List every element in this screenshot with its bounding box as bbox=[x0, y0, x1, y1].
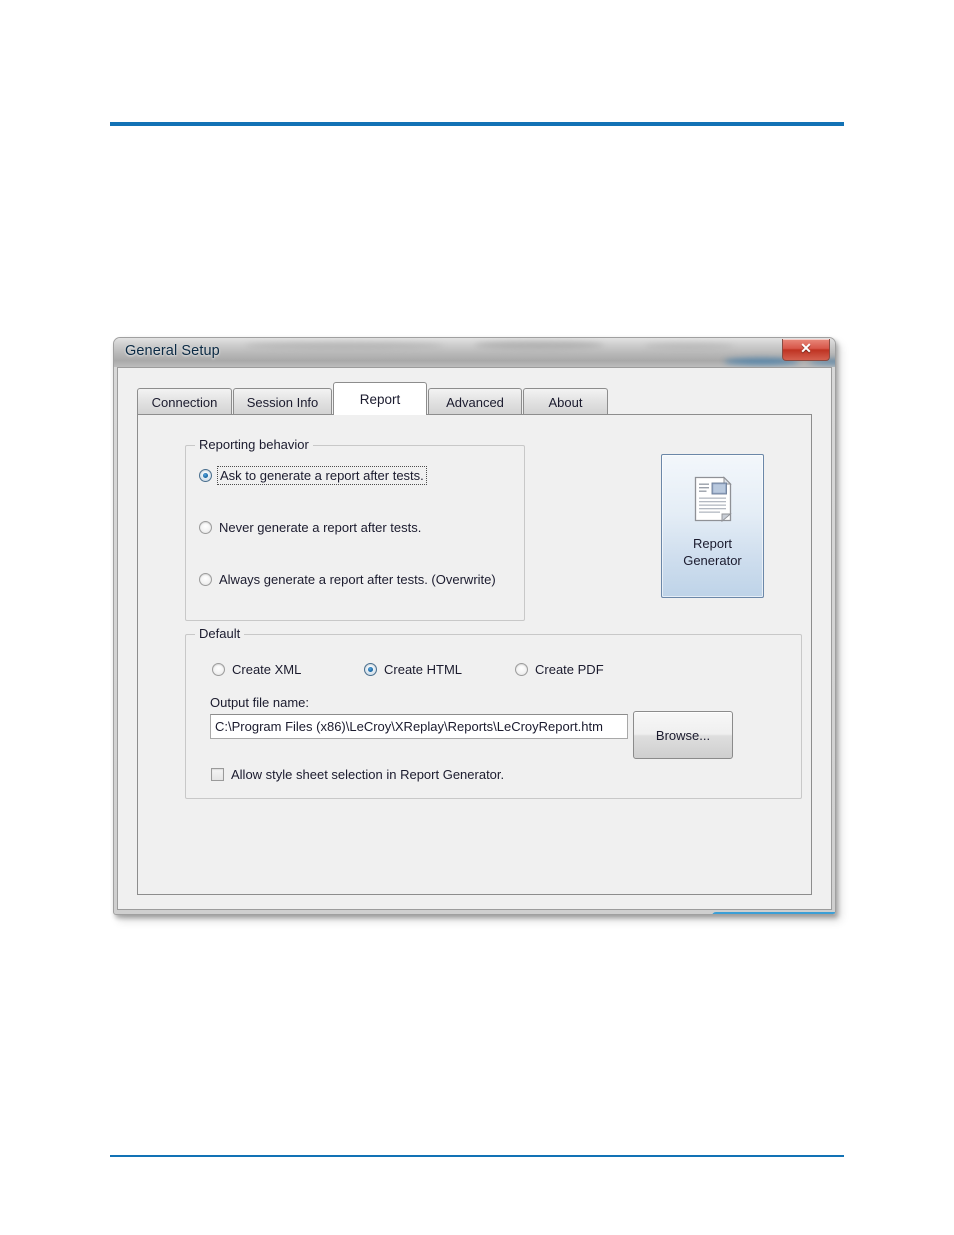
dialog-client-area: Connection Session Info Report Advanced … bbox=[117, 367, 835, 914]
tab-container: Connection Session Info Report Advanced … bbox=[137, 382, 835, 914]
tab-report[interactable]: Report bbox=[333, 382, 427, 415]
radio-icon bbox=[515, 663, 528, 676]
dialog-titlebar: General Setup ✕ bbox=[114, 338, 835, 367]
report-generator-line1: Report bbox=[692, 536, 733, 551]
radio-icon bbox=[364, 663, 377, 676]
radio-label: Create XML bbox=[232, 662, 302, 677]
tab-session-info[interactable]: Session Info bbox=[233, 388, 332, 415]
output-file-name-label: Output file name: bbox=[210, 695, 309, 710]
default-group-title: Default bbox=[195, 626, 245, 641]
report-generator-button[interactable]: Report Generator bbox=[661, 454, 764, 598]
browse-button-label: Browse... bbox=[655, 727, 711, 743]
window-title: General Setup bbox=[125, 343, 220, 359]
tab-strip: Connection Session Info Report Advanced … bbox=[137, 382, 812, 415]
titlebar-blur-artifact bbox=[244, 342, 444, 349]
radio-create-xml[interactable]: Create XML bbox=[212, 662, 301, 677]
checkbox-label: Allow style sheet selection in Report Ge… bbox=[231, 767, 505, 782]
page-header-rule bbox=[110, 122, 844, 126]
tab-label: Report bbox=[359, 391, 401, 407]
general-setup-dialog: General Setup ✕ Connection Session Info … bbox=[113, 337, 836, 915]
close-button[interactable]: Close bbox=[712, 912, 835, 914]
tab-about[interactable]: About bbox=[523, 388, 608, 415]
page-footer-rule bbox=[110, 1155, 844, 1157]
tab-connection[interactable]: Connection bbox=[137, 388, 232, 415]
radio-label: Create HTML bbox=[384, 662, 463, 677]
radio-label: Ask to generate a report after tests. bbox=[217, 466, 427, 485]
window-close-button[interactable]: ✕ bbox=[782, 339, 830, 361]
output-file-name-input[interactable]: C:\Program Files (x86)\LeCroy\XReplay\Re… bbox=[210, 714, 628, 739]
report-generator-label: Report Generator bbox=[662, 535, 763, 569]
checkbox-icon bbox=[211, 768, 224, 781]
radio-icon bbox=[212, 663, 225, 676]
tab-label: Connection bbox=[151, 394, 218, 410]
reporting-behavior-title: Reporting behavior bbox=[195, 437, 313, 452]
document-icon bbox=[694, 476, 732, 522]
titlebar-blur-artifact bbox=[474, 341, 604, 349]
radio-create-pdf[interactable]: Create PDF bbox=[515, 662, 604, 677]
tab-panel-report: Reporting behavior Ask to generate a rep… bbox=[137, 414, 835, 914]
close-icon: ✕ bbox=[800, 340, 812, 356]
radio-never-generate[interactable]: Never generate a report after tests. bbox=[199, 520, 421, 535]
radio-ask-to-generate[interactable]: Ask to generate a report after tests. bbox=[199, 466, 427, 485]
reporting-behavior-group: Reporting behavior Ask to generate a rep… bbox=[185, 437, 525, 621]
report-generator-line2: Generator bbox=[683, 553, 742, 568]
default-group: Default Create XML Create HTML Create PD… bbox=[185, 626, 802, 799]
radio-icon bbox=[199, 521, 212, 534]
radio-label: Always generate a report after tests. (O… bbox=[219, 572, 496, 587]
tab-label: Session Info bbox=[246, 394, 319, 410]
radio-icon bbox=[199, 469, 212, 482]
tab-label: About bbox=[548, 394, 583, 410]
radio-label: Never generate a report after tests. bbox=[219, 520, 422, 535]
radio-label: Create PDF bbox=[535, 662, 604, 677]
radio-create-html[interactable]: Create HTML bbox=[364, 662, 462, 677]
allow-stylesheet-checkbox[interactable]: Allow style sheet selection in Report Ge… bbox=[211, 767, 504, 782]
radio-icon bbox=[199, 573, 212, 586]
radio-always-generate[interactable]: Always generate a report after tests. (O… bbox=[199, 572, 496, 587]
tab-advanced[interactable]: Advanced bbox=[428, 388, 522, 415]
tab-label: Advanced bbox=[446, 394, 504, 410]
titlebar-blur-artifact bbox=[644, 343, 734, 349]
browse-button[interactable]: Browse... bbox=[633, 711, 733, 759]
